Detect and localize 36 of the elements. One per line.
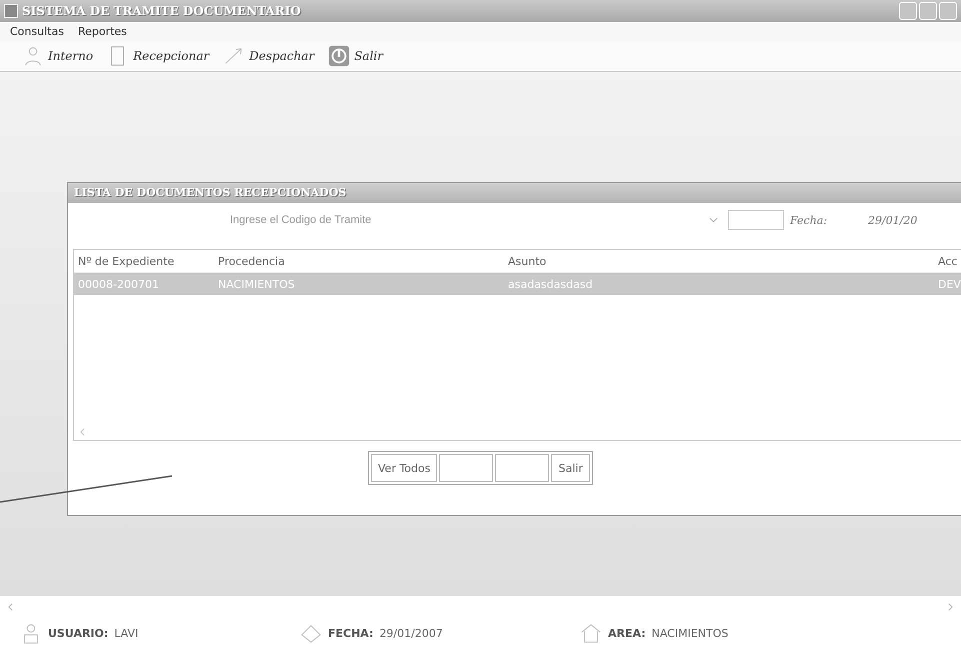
- window-title: SISTEMA DE TRAMITE DOCUMENTARIO: [22, 4, 302, 18]
- blank-button[interactable]: [495, 454, 550, 482]
- column-header[interactable]: Procedencia: [214, 254, 504, 268]
- fecha-label: Fecha:: [790, 214, 828, 226]
- column-header[interactable]: Nº de Expediente: [74, 254, 214, 268]
- toolbar-button[interactable]: Interno: [22, 45, 94, 67]
- toolbar-button[interactable]: Recepcionar: [107, 45, 210, 67]
- input-field[interactable]: [728, 210, 784, 230]
- maximize-button[interactable]: [919, 2, 937, 20]
- minimize-button[interactable]: [899, 2, 917, 20]
- status-value: LAVI: [114, 626, 138, 640]
- status-label: FECHA:: [328, 626, 374, 640]
- status-label: AREA:: [608, 626, 646, 640]
- scroll-left-icon[interactable]: [80, 428, 85, 436]
- blank-button[interactable]: [439, 454, 494, 482]
- toolbar-button[interactable]: Despachar: [223, 45, 314, 67]
- status-value: NACIMIENTOS: [652, 626, 728, 640]
- menu-item[interactable]: Consultas: [10, 25, 64, 38]
- action-button[interactable]: Salir: [551, 454, 590, 482]
- scroll-right-icon[interactable]: [948, 603, 953, 611]
- menu-item[interactable]: Reportes: [78, 25, 127, 38]
- search-field[interactable]: Ingrese el Codigo de Tramite: [228, 213, 709, 227]
- caret-icon: [709, 217, 718, 223]
- scroll-left-icon[interactable]: [8, 603, 13, 611]
- power-icon: [328, 45, 350, 67]
- toolbar-button[interactable]: Salir: [328, 45, 383, 67]
- action-button[interactable]: Ver Todos: [371, 454, 438, 482]
- status-value: 29/01/2007: [379, 626, 443, 640]
- close-button[interactable]: [939, 2, 957, 20]
- inner-window-title: LISTA DE DOCUMENTOS RECEPCIONADOS: [68, 183, 961, 203]
- column-header[interactable]: Acc: [934, 254, 961, 268]
- column-header[interactable]: Asunto: [504, 254, 934, 268]
- fecha-value: 29/01/20: [868, 214, 918, 226]
- status-label: USUARIO:: [48, 626, 108, 640]
- app-icon: [4, 4, 18, 18]
- house-icon: [580, 622, 602, 644]
